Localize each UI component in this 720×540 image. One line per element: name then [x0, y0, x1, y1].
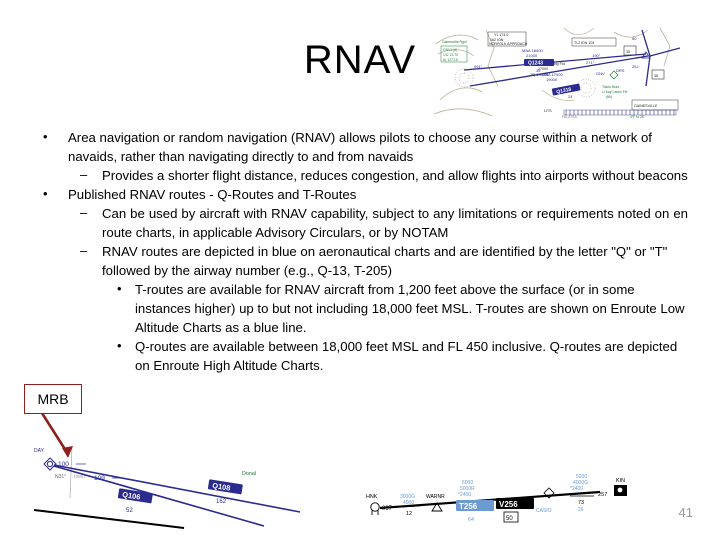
svg-text:091°: 091° [474, 64, 483, 69]
bullet-level3-2: • Q-routes are available between 18,000 … [28, 337, 688, 375]
bullet-marker: • [117, 281, 122, 296]
svg-text:WARNR: WARNR [426, 494, 445, 500]
svg-text:T256: T256 [459, 502, 478, 511]
mrb-callout-box: MRB [24, 384, 82, 414]
svg-text:50: 50 [506, 516, 513, 522]
mrb-callout-label: MRB [37, 391, 69, 407]
svg-text:26: 26 [578, 507, 584, 513]
svg-text:N31°: N31° [55, 474, 66, 480]
bullet-text: Q-routes are available between 18,000 fe… [135, 339, 678, 373]
svg-text:Tolulu Muni: Tolulu Muni [602, 85, 619, 89]
svg-text:PALATKA: PALATKA [562, 115, 577, 118]
svg-text:HNK: HNK [366, 494, 378, 500]
svg-text:64: 64 [468, 517, 474, 523]
svg-text:257: 257 [598, 492, 607, 498]
bullet-text: Published RNAV routes - Q-Routes and T-R… [68, 187, 357, 202]
bullet-text: Can be used by aircraft with RNAV capabi… [102, 206, 688, 240]
bullet-marker: • [43, 186, 48, 201]
svg-text:*2400: *2400 [458, 492, 471, 498]
svg-text:19000: 19000 [546, 77, 558, 82]
svg-text:52: 52 [126, 508, 133, 514]
bullet-text: RNAV routes are depicted in blue on aero… [102, 244, 668, 278]
svg-text:Lt Kay Larkin Fld: Lt Kay Larkin Fld [602, 90, 628, 94]
svg-text:21000: 21000 [526, 53, 538, 58]
bullet-marker: – [80, 205, 88, 220]
svg-text:4000: 4000 [403, 500, 414, 506]
svg-text:25J: 25J [632, 64, 638, 69]
svg-text:DRS: DRS [616, 68, 625, 73]
svg-text:35: 35 [626, 50, 630, 54]
page-number: 41 [678, 505, 693, 520]
svg-text:*2400: *2400 [570, 486, 583, 492]
svg-text:12: 12 [406, 511, 412, 517]
bullet-level2-2: – Can be used by aircraft with RNAV capa… [28, 204, 688, 242]
mrb-callout-arrow [36, 408, 86, 466]
enroute-low-altitude-chart-t-routes: HNK 097 3000G 4000 12 WARNR 6000 5000R *… [358, 470, 648, 532]
svg-text:162: 162 [216, 499, 227, 505]
svg-text:Q1243: Q1243 [528, 61, 543, 67]
svg-text:GAINESVILLE: GAINESVILLE [634, 104, 658, 108]
slide-body: • Area navigation or random navigation (… [28, 128, 688, 375]
svg-text:50: 50 [632, 36, 637, 41]
bullet-level3-1: • T-routes are available for RNAV aircra… [28, 280, 688, 337]
svg-text:190°: 190° [592, 53, 601, 58]
bullet-text: T-routes are available for RNAV aircraft… [135, 282, 685, 335]
bullet-marker: • [117, 338, 122, 353]
bullet-marker: – [80, 243, 88, 258]
svg-text:Tl-2 IDN 104: Tl-2 IDN 104 [574, 41, 594, 45]
svg-text:132 13.70: 132 13.70 [443, 53, 458, 57]
svg-text:73: 73 [578, 500, 584, 506]
svg-text:A) 127.15: A) 127.15 [443, 58, 458, 62]
svg-text:271°: 271° [586, 60, 595, 65]
svg-text:Y1 174.0: Y1 174.0 [494, 33, 508, 37]
bullet-marker: – [80, 167, 88, 182]
svg-text:Donal: Donal [242, 471, 256, 477]
svg-text:38: 38 [654, 74, 658, 78]
svg-text:LITS: LITS [544, 109, 552, 113]
bullet-level2-1: – Provides a shorter flight distance, re… [28, 166, 688, 185]
svg-text:35: 35 [536, 68, 541, 73]
svg-text:Gainesville Rgnl: Gainesville Rgnl [442, 40, 467, 44]
svg-text:KIN: KIN [616, 478, 625, 484]
bullet-level2-3: – RNAV routes are depicted in blue on ae… [28, 242, 688, 280]
svg-text:CASIO: CASIO [536, 508, 552, 514]
svg-text:109: 109 [94, 475, 105, 482]
enroute-high-altitude-chart-excerpt: Gainesville Rgnl GNV1 (6) 132 13.70 A) 1… [433, 26, 684, 119]
svg-text:4°F to 28: 4°F to 28 [630, 115, 644, 118]
bullet-text: Provides a shorter flight distance, redu… [102, 168, 688, 183]
bullet-level1-2: • Published RNAV routes - Q-Routes and T… [28, 185, 688, 204]
bullet-marker: • [43, 129, 48, 144]
svg-text:GNV1 (6): GNV1 (6) [443, 48, 457, 52]
svg-text:24: 24 [568, 94, 573, 99]
svg-text:NORFOLK APPROACH: NORFOLK APPROACH [489, 42, 528, 46]
bullet-level1-1: • Area navigation or random navigation (… [28, 128, 688, 166]
svg-text:(86): (86) [606, 95, 612, 99]
bullet-text: Area navigation or random navigation (RN… [68, 130, 652, 164]
svg-text:GNV: GNV [596, 71, 605, 76]
svg-text:V256: V256 [499, 500, 518, 509]
slide-canvas: RNAV Gainesville Rgnl GNV1 (6) 132 13.70… [0, 0, 720, 540]
